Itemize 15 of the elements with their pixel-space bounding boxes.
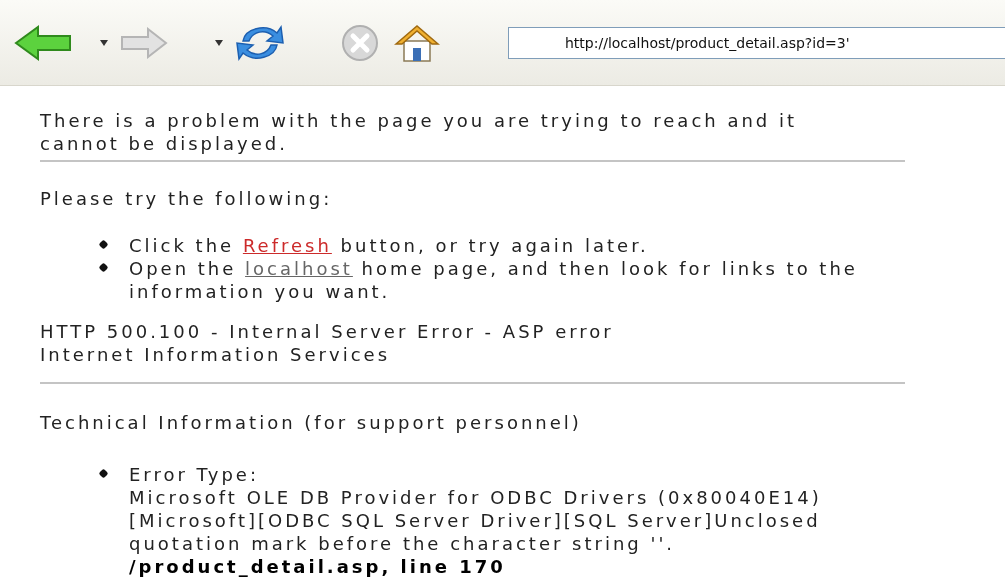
error-detail-text: [Microsoft][ODBC SQL Server Driver][SQL Server]Unclosed <box>129 509 822 532</box>
error-status-text: HTTP 500.100 - Internal Server Error - ASP error <box>40 320 615 343</box>
error-status-text: Internet Information Services <box>40 343 391 366</box>
suggestion-text: Open the localhost home page, and then look for links to the information you want. <box>129 257 859 303</box>
section-heading: Please try the following: <box>40 187 334 210</box>
section-heading: Technical Information (for support personnel) <box>40 411 583 434</box>
link[interactable]: Refresh <box>242 235 332 256</box>
error-label: Error Type: <box>129 463 260 486</box>
error-detail-text: quotation mark before the character string ''. <box>129 532 677 555</box>
error-detail-text: Microsoft OLE DB Provider for ODBC Drivers (0x80040E14) <box>129 486 822 509</box>
error-location: /product_detail.asp, line 170 <box>129 555 507 578</box>
address-field[interactable]: http://localhost/product_detail.asp?id=3' <box>508 26 1005 59</box>
error-message: There is a problem with the page you are trying to reach and it cannot be displayed. <box>40 109 799 155</box>
link[interactable]: localhost <box>245 258 353 279</box>
suggestion-text: Click the Refresh button, or try again later. <box>129 234 650 257</box>
